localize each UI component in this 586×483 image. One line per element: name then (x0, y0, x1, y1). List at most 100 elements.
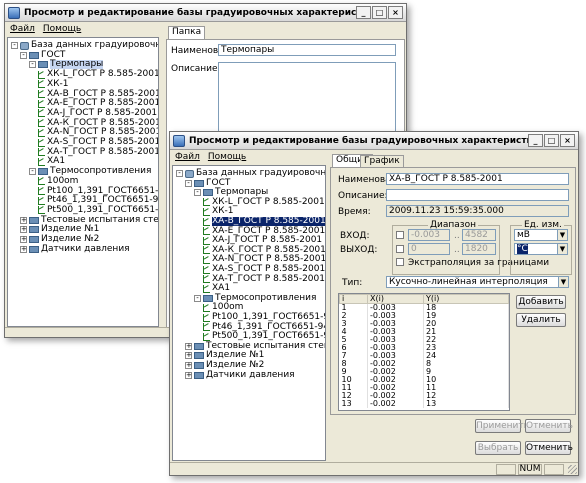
table-row[interactable]: 10 -0.002 10 (339, 376, 509, 384)
chevron-down-icon[interactable]: ▼ (557, 244, 567, 254)
tree-node[interactable]: - Термосопротивления (29, 167, 151, 176)
expand-icon[interactable]: + (185, 371, 192, 379)
menu-file[interactable]: Файл (10, 24, 35, 34)
table-cell[interactable]: -0.003 (367, 344, 424, 352)
expand-icon[interactable]: + (20, 216, 27, 224)
input-checkbox[interactable] (396, 231, 404, 239)
tree-node[interactable]: ХА-J_ГОСТ Р 8.585-2001 (38, 108, 157, 118)
tree-node[interactable]: + Изделие №1 (20, 225, 99, 234)
output-unit-select[interactable]: °С ▼ (514, 243, 568, 255)
table-row[interactable]: 5 -0.003 22 (339, 336, 509, 344)
table-cell[interactable]: -0.002 (367, 360, 424, 368)
description-field[interactable] (386, 189, 569, 201)
table-cell[interactable]: 10 (339, 376, 368, 384)
tree-node[interactable]: ХА-S_ГОСТ Р 8.585-2001 (203, 265, 325, 274)
add-button[interactable]: Добавить (516, 295, 566, 309)
expand-icon[interactable]: + (185, 362, 192, 369)
collapse-icon[interactable]: - (29, 168, 36, 176)
table-cell[interactable]: 9 (423, 368, 509, 376)
tree-node[interactable]: + Датчики давления (20, 244, 130, 254)
table-row[interactable]: 8 -0.002 8 (339, 360, 509, 368)
table-cell[interactable]: -0.003 (367, 328, 424, 336)
tree-node[interactable]: + Изделие №2 (185, 361, 264, 370)
type-select[interactable]: Кусочно-линейная интерполяция ▼ (386, 276, 569, 288)
tree-node[interactable]: 100om (38, 176, 78, 186)
maximize-button[interactable]: □ (544, 134, 559, 147)
tree-node[interactable]: Pt100_1,391_ГОСТ6651-94 (203, 313, 325, 322)
name-field[interactable]: Термопары (218, 44, 396, 56)
name-field[interactable]: ХА-В_ГОСТ Р 8.585-2001 (386, 173, 569, 185)
tree-node[interactable]: ХА1 (203, 284, 230, 293)
tree-node[interactable]: Pt500_1,391_ГОСТ6651-94 (38, 205, 158, 215)
table-cell[interactable]: 11 (423, 384, 509, 392)
collapse-icon[interactable]: - (11, 42, 18, 49)
tree-node[interactable]: ХА1 (38, 157, 65, 166)
table-cell[interactable]: 11 (339, 384, 368, 392)
tree-node[interactable]: Pt500_1,391_ГОСТ6651-94 (203, 332, 325, 341)
table-cell[interactable]: 18 (423, 303, 509, 312)
tree-view[interactable]: -База данных градуировочных характеристи… (172, 165, 326, 461)
table-cell[interactable]: 23 (423, 344, 509, 352)
expand-icon[interactable]: + (20, 226, 27, 234)
description-field[interactable] (218, 62, 396, 142)
table-cell[interactable]: -0.002 (367, 376, 424, 384)
table-cell[interactable]: 4 (339, 328, 368, 336)
table-cell[interactable]: -0.003 (367, 352, 424, 360)
tree-node[interactable]: + Датчики давления (185, 370, 295, 380)
collapse-icon[interactable]: - (194, 294, 201, 302)
maximize-button[interactable]: □ (372, 6, 387, 19)
tree-node[interactable]: - Термопары (194, 188, 268, 197)
table-cell[interactable]: 9 (339, 368, 368, 376)
table-row[interactable]: 3 -0.003 20 (339, 320, 509, 328)
table-row[interactable]: 4 -0.003 21 (339, 328, 509, 336)
table-cell[interactable]: 8 (423, 360, 509, 368)
collapse-icon[interactable]: - (29, 61, 36, 69)
table-cell[interactable]: -0.003 (367, 336, 424, 344)
close-button[interactable]: × (388, 6, 403, 19)
select-button[interactable]: Выбрать (475, 441, 521, 455)
menu-help[interactable]: Помощь (43, 24, 81, 34)
table-cell[interactable]: 21 (423, 328, 509, 336)
table-cell[interactable]: -0.002 (367, 368, 424, 376)
table-row[interactable]: 6 -0.003 23 (339, 344, 509, 352)
expand-icon[interactable]: + (20, 245, 27, 253)
collapse-icon[interactable]: - (194, 189, 201, 197)
table-row[interactable]: 1 -0.003 18 (339, 303, 509, 312)
table-cell[interactable]: -0.002 (367, 384, 424, 392)
cancel-edit-button[interactable]: Отменить (525, 419, 573, 433)
menu-file[interactable]: Файл (175, 152, 200, 162)
resize-grip-icon[interactable] (568, 465, 577, 474)
table-cell[interactable]: 3 (339, 320, 368, 328)
minimize-button[interactable]: _ (356, 6, 371, 19)
tab-chart[interactable]: График (360, 155, 404, 167)
tree-node[interactable]: ХК-1 (38, 79, 69, 89)
expand-icon[interactable]: + (185, 342, 192, 350)
tree-node[interactable]: - База данных градуировочных характеристи… (176, 169, 325, 178)
tree-node[interactable]: ХА-Е_ГОСТ Р 8.585-2001 (38, 99, 158, 108)
table-cell[interactable]: 10 (423, 376, 509, 384)
input-min-field[interactable]: -0.003 (408, 229, 450, 241)
output-checkbox[interactable] (396, 245, 404, 253)
table-cell[interactable]: 1 (339, 303, 368, 312)
tree-node[interactable]: ХА-S_ГОСТ Р 8.585-2001 (38, 138, 158, 147)
table-row[interactable]: 9 -0.002 9 (339, 368, 509, 376)
menu-help[interactable]: Помощь (208, 152, 246, 162)
tree-node[interactable]: ХА-В_ГОСТ Р 8.585-2001 (203, 217, 325, 226)
tree-node[interactable]: - Термопары (29, 60, 104, 70)
chevron-down-icon[interactable]: ▼ (558, 277, 568, 287)
tab-folder[interactable]: Папка (168, 26, 206, 39)
tree-node[interactable]: ХА-Т_ГОСТ Р 8.585-2001 (38, 147, 158, 157)
tree-view[interactable]: -База данных градуировочных характеристи… (7, 37, 159, 327)
tree-node[interactable]: ХА-В_ГОСТ Р 8.585-2001 (38, 89, 158, 99)
extrapolation-checkbox[interactable] (396, 258, 404, 266)
output-min-field[interactable]: 0 (408, 243, 450, 255)
output-max-field[interactable]: 1820 (462, 243, 496, 255)
table-row[interactable]: 12 -0.002 12 (339, 392, 509, 400)
table-row[interactable]: 7 -0.003 24 (339, 352, 509, 360)
table-cell[interactable]: 20 (423, 320, 509, 328)
collapse-icon[interactable]: - (185, 179, 192, 187)
table-cell[interactable]: -0.002 (367, 392, 424, 400)
collapse-icon[interactable]: - (20, 51, 27, 59)
grid-header-y[interactable]: Y(i) (423, 294, 509, 304)
tree-node[interactable]: ХА-N_ГОСТ Р 8.585-2001 (38, 128, 158, 137)
